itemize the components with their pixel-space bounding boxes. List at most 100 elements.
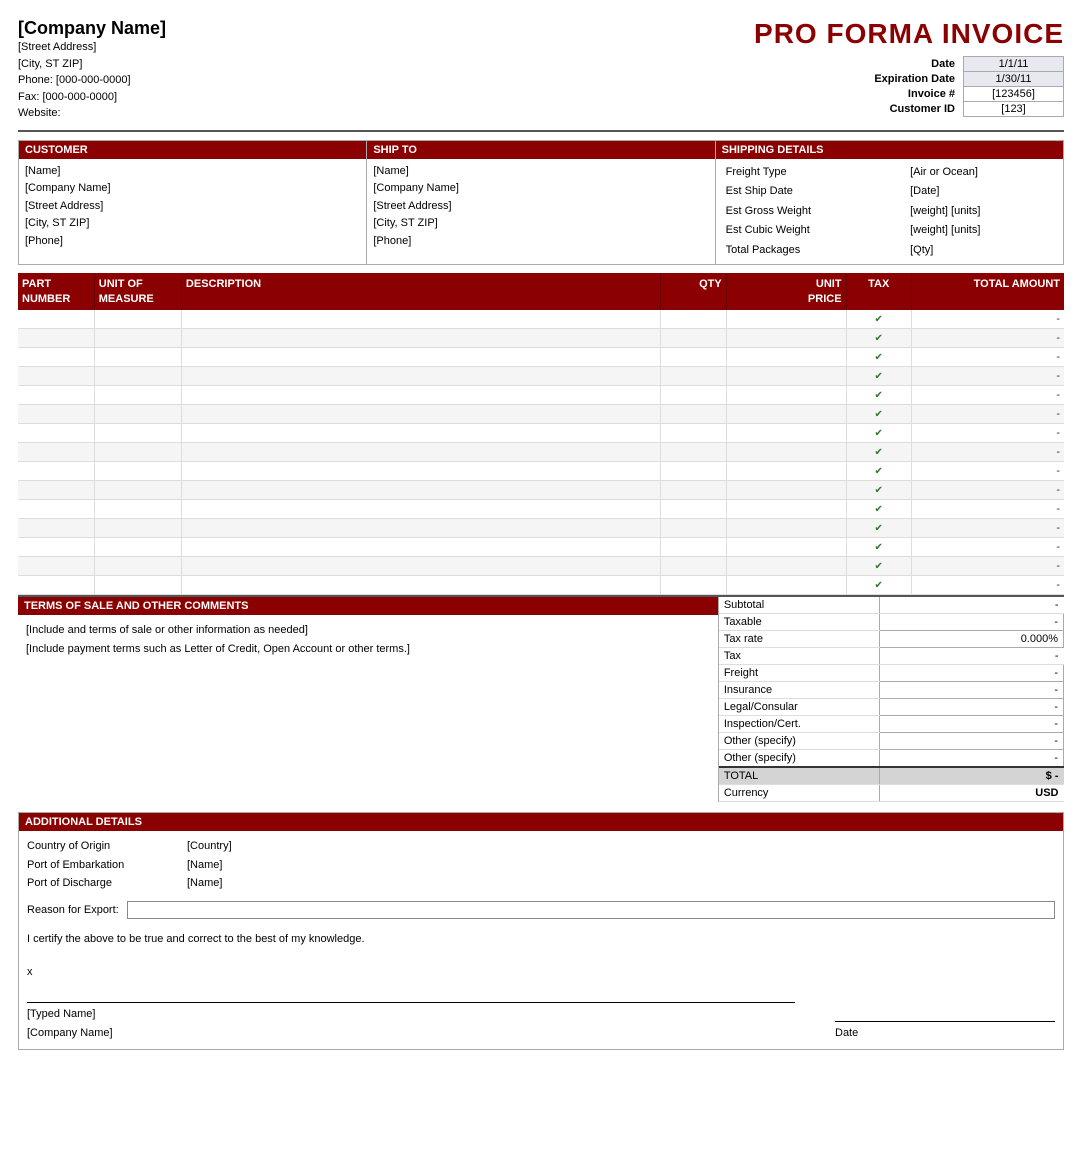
subtotal-row: Subtotal - bbox=[719, 597, 1064, 614]
table-row: ✔- bbox=[18, 367, 1064, 386]
discharge-label: Port of Discharge bbox=[27, 874, 187, 893]
other2-value: - bbox=[880, 750, 1064, 768]
subtotal-label: Subtotal bbox=[719, 597, 880, 614]
insurance-row: Insurance - bbox=[719, 682, 1064, 699]
table-row: ✔- bbox=[18, 481, 1064, 500]
sig-line bbox=[27, 983, 795, 1003]
cubic-weight-value: [weight] [units] bbox=[906, 221, 1057, 241]
x-label: x bbox=[27, 963, 795, 982]
totals-table: Subtotal - Taxable - Tax rate 0.000% Tax… bbox=[719, 597, 1064, 802]
packages-value: [Qty] bbox=[906, 241, 1057, 261]
other1-label: Other (specify) bbox=[719, 733, 880, 750]
certify-text: I certify the above to be true and corre… bbox=[27, 930, 1055, 949]
col-qty: QTY bbox=[661, 273, 726, 310]
tax-label: Tax bbox=[719, 648, 880, 665]
reason-input[interactable] bbox=[127, 901, 1055, 919]
customer-id-label: Customer ID bbox=[870, 102, 963, 117]
items-section: PARTNUMBER UNIT OFMEASURE DESCRIPTION QT… bbox=[18, 273, 1064, 595]
taxable-row: Taxable - bbox=[719, 614, 1064, 631]
tax-rate-value: 0.000% bbox=[880, 631, 1064, 648]
ship-to-phone: [Phone] bbox=[373, 233, 708, 251]
date-sig-line bbox=[835, 1002, 1055, 1022]
total-value: $ - bbox=[880, 767, 1064, 785]
inspection-label: Inspection/Cert. bbox=[719, 716, 880, 733]
city-state-zip: [City, ST ZIP] bbox=[18, 56, 754, 73]
reason-row: Reason for Export: bbox=[27, 901, 1055, 920]
table-row: ✔- bbox=[18, 310, 1064, 329]
website: Website: bbox=[18, 105, 754, 122]
cubic-weight-label: Est Cubic Weight bbox=[722, 221, 906, 241]
col-unit-price: UNITPRICE bbox=[726, 273, 846, 310]
typed-name: [Typed Name] bbox=[27, 1005, 795, 1024]
table-row: ✔- bbox=[18, 443, 1064, 462]
signature-section: x [Typed Name] [Company Name] Date bbox=[27, 963, 1055, 1043]
col-unit-of-measure: UNIT OFMEASURE bbox=[94, 273, 181, 310]
lower-section: TERMS OF SALE AND OTHER COMMENTS [Includ… bbox=[18, 595, 1064, 802]
date-label: Date bbox=[870, 57, 963, 72]
country-label: Country of Origin bbox=[27, 837, 187, 856]
totals-col: Subtotal - Taxable - Tax rate 0.000% Tax… bbox=[719, 597, 1064, 802]
ship-to-body: [Name] [Company Name] [Street Address] [… bbox=[367, 159, 714, 255]
tax-rate-label: Tax rate bbox=[719, 631, 880, 648]
customer-name: [Name] bbox=[25, 163, 360, 181]
currency-label: Currency bbox=[719, 785, 880, 802]
date-value: 1/1/11 bbox=[964, 57, 1064, 72]
table-row: ✔- bbox=[18, 538, 1064, 557]
customer-street: [Street Address] bbox=[25, 198, 360, 216]
legal-row: Legal/Consular - bbox=[719, 699, 1064, 716]
currency-row: Currency USD bbox=[719, 785, 1064, 802]
embarkation-value: [Name] bbox=[187, 856, 1055, 875]
customer-company: [Company Name] bbox=[25, 180, 360, 198]
freight-label: Freight bbox=[719, 665, 880, 682]
invoice-num-label: Invoice # bbox=[870, 87, 963, 102]
ship-date-value: [Date] bbox=[906, 182, 1057, 202]
ship-to-street: [Street Address] bbox=[373, 198, 708, 216]
taxable-label: Taxable bbox=[719, 614, 880, 631]
currency-value: USD bbox=[880, 785, 1064, 802]
table-row: ✔- bbox=[18, 462, 1064, 481]
company-name: [Company Name] bbox=[18, 18, 754, 39]
ship-to-city: [City, ST ZIP] bbox=[373, 215, 708, 233]
other2-row: Other (specify) - bbox=[719, 750, 1064, 768]
table-row: ✔- bbox=[18, 405, 1064, 424]
terms-header: TERMS OF SALE AND OTHER COMMENTS bbox=[18, 597, 718, 615]
invoice-num-value: [123456] bbox=[964, 87, 1064, 102]
sig-block-right: Date bbox=[835, 1002, 1055, 1043]
other1-row: Other (specify) - bbox=[719, 733, 1064, 750]
shipping-table: Freight Type [Air or Ocean] Est Ship Dat… bbox=[722, 163, 1057, 261]
other1-value: - bbox=[880, 733, 1064, 750]
gross-weight-value: [weight] [units] bbox=[906, 202, 1057, 222]
terms-body: [Include and terms of sale or other info… bbox=[18, 615, 718, 664]
shipping-details-header: SHIPPING DETAILS bbox=[716, 141, 1063, 159]
col-tax: TAX bbox=[846, 273, 911, 310]
country-value: [Country] bbox=[187, 837, 1055, 856]
table-row: ✔- bbox=[18, 500, 1064, 519]
info-section: CUSTOMER [Name] [Company Name] [Street A… bbox=[18, 140, 1064, 266]
reason-label: Reason for Export: bbox=[27, 901, 119, 920]
date-sig-label: Date bbox=[835, 1024, 1055, 1043]
table-row: ✔- bbox=[18, 386, 1064, 405]
additional-body: Country of Origin [Country] Port of Emba… bbox=[19, 831, 1063, 1049]
company-info: [Company Name] [Street Address] [City, S… bbox=[18, 18, 754, 122]
inspection-value: - bbox=[880, 716, 1064, 733]
subtotal-value: - bbox=[880, 597, 1064, 614]
terms-line2: [Include payment terms such as Letter of… bbox=[26, 640, 710, 659]
other2-label: Other (specify) bbox=[719, 750, 880, 768]
sig-block-left: x [Typed Name] [Company Name] bbox=[27, 963, 795, 1043]
embarkation-label: Port of Embarkation bbox=[27, 856, 187, 875]
shipping-details-col: SHIPPING DETAILS Freight Type [Air or Oc… bbox=[716, 141, 1063, 265]
fax: Fax: [000-000-0000] bbox=[18, 89, 754, 106]
insurance-value: - bbox=[880, 682, 1064, 699]
freight-type-label: Freight Type bbox=[722, 163, 906, 183]
items-table: PARTNUMBER UNIT OFMEASURE DESCRIPTION QT… bbox=[18, 273, 1064, 595]
exp-date-value: 1/30/11 bbox=[964, 72, 1064, 87]
customer-header: CUSTOMER bbox=[19, 141, 366, 159]
ship-to-header: SHIP TO bbox=[367, 141, 714, 159]
tax-row: Tax - bbox=[719, 648, 1064, 665]
phone: Phone: [000-000-0000] bbox=[18, 72, 754, 89]
table-row: ✔- bbox=[18, 519, 1064, 538]
col-description: DESCRIPTION bbox=[181, 273, 660, 310]
invoice-right: PRO FORMA INVOICE Date 1/1/11 Expiration… bbox=[754, 18, 1064, 117]
table-row: ✔- bbox=[18, 348, 1064, 367]
header: [Company Name] [Street Address] [City, S… bbox=[18, 18, 1064, 132]
